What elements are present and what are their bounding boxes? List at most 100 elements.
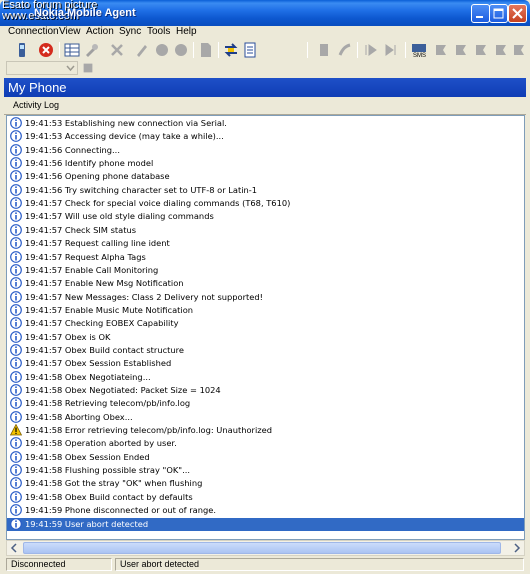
- menu-action[interactable]: Action: [86, 26, 114, 37]
- log-time: 19:41:57: [25, 358, 63, 369]
- log-row[interactable]: 19:41:58 Obex Build contact by defaults: [7, 490, 524, 504]
- log-row[interactable]: 19:41:58 Obex Negotiated: Packet Size = …: [7, 384, 524, 397]
- log-row[interactable]: 19:41:57 Obex Session Established: [7, 357, 524, 370]
- record-icon[interactable]: [154, 42, 170, 58]
- log-row[interactable]: 19:41:58 Aborting Obex...: [7, 410, 524, 424]
- contact-delete-icon[interactable]: [493, 42, 509, 58]
- close-button[interactable]: [508, 4, 527, 23]
- log-row[interactable]: 19:41:58 Obex Negotiateing...: [7, 370, 524, 384]
- sms-icon[interactable]: SMS: [411, 42, 427, 58]
- log-text: 19:41:58 Retrieving telecom/pb/info.log: [25, 397, 190, 410]
- log-row[interactable]: 19:41:57 Will use old style dialing comm…: [7, 210, 524, 223]
- log-row[interactable]: 19:41:53 Establishing new connection via…: [7, 117, 524, 130]
- disconnect-icon[interactable]: [38, 42, 54, 58]
- log-row[interactable]: 19:41:58 Retrieving telecom/pb/info.log: [7, 397, 524, 410]
- device-combo[interactable]: [6, 61, 78, 75]
- log-row[interactable]: 19:41:57 Enable New Msg Notification: [7, 277, 524, 290]
- info-icon: [10, 303, 22, 316]
- fax-icon[interactable]: [316, 42, 332, 58]
- device-settings-icon[interactable]: [81, 61, 95, 75]
- log-row[interactable]: 19:41:58 Operation aborted by user.: [7, 437, 524, 450]
- log-row[interactable]: 19:41:58 Flushing possible stray "OK"...: [7, 464, 524, 477]
- log-message: Error retrieving telecom/pb/info.log: Un…: [64, 425, 272, 436]
- log-row[interactable]: 19:41:53 Accessing device (may take a wh…: [7, 130, 524, 143]
- log-message: Connecting...: [64, 144, 120, 155]
- svg-text:SMS: SMS: [413, 53, 426, 58]
- log-text: 19:41:58 Flushing possible stray "OK"...: [25, 464, 190, 477]
- log-row[interactable]: 19:41:56 Opening phone database: [7, 170, 524, 183]
- menu-sync[interactable]: Sync: [119, 26, 141, 37]
- log-text: 19:41:59 Phone disconnected or out of ra…: [25, 504, 216, 517]
- log-row[interactable]: 19:41:57 New Messages: Class 2 Delivery …: [7, 290, 524, 304]
- status-connection: Disconnected: [6, 558, 112, 571]
- document-icon[interactable]: [242, 42, 258, 58]
- log-row[interactable]: 19:41:58 Error retrieving telecom/pb/inf…: [7, 424, 524, 437]
- log-row[interactable]: 19:41:56 Identify phone model: [7, 157, 524, 170]
- minimize-icon: [476, 16, 483, 18]
- log-time: 19:41:58: [25, 491, 63, 502]
- info-icon: [10, 477, 22, 490]
- log-row[interactable]: 19:41:57 Obex is OK: [7, 330, 524, 344]
- log-time: 19:41:56: [25, 158, 63, 169]
- log-message: Try switching character set to UTF-8 or …: [64, 184, 258, 195]
- log-message: Enable New Msg Notification: [64, 278, 184, 289]
- menu-help[interactable]: Help: [176, 26, 197, 37]
- log-text: 19:41:57 Obex Build contact structure: [25, 344, 184, 357]
- log-text: 19:41:58 Obex Build contact by defaults: [25, 491, 193, 504]
- call-icon[interactable]: [337, 42, 353, 58]
- log-row[interactable]: 19:41:58 Got the stray "OK" when flushin…: [7, 477, 524, 490]
- contact-edit-icon[interactable]: [473, 42, 489, 58]
- log-row[interactable]: 19:41:57 Checking EOBEX Capability: [7, 317, 524, 330]
- page-icon[interactable]: [198, 42, 214, 58]
- contact-icon[interactable]: [433, 42, 449, 58]
- status-message: User abort detected: [115, 558, 524, 571]
- scroll-right-button[interactable]: [509, 541, 524, 555]
- log-time: 19:41:57: [25, 238, 63, 249]
- log-message: Obex Session Established: [64, 358, 172, 369]
- log-row[interactable]: 19:41:57 Enable Call Monitoring: [7, 263, 524, 277]
- log-message: Enable Call Monitoring: [64, 264, 159, 275]
- log-row[interactable]: 19:41:56 Connecting...: [7, 143, 524, 157]
- activity-log-list[interactable]: 19:41:53 Establishing new connection via…: [6, 115, 525, 540]
- info-icon: [10, 290, 22, 303]
- log-time: 19:41:58: [25, 451, 63, 462]
- info-icon: [10, 263, 22, 276]
- transfer-icon[interactable]: [223, 42, 239, 58]
- grid-icon[interactable]: [64, 42, 80, 58]
- log-row[interactable]: 19:41:57 Request calling line ident: [7, 237, 524, 250]
- log-time: 19:41:59: [25, 505, 63, 516]
- log-message: Request Alpha Tags: [64, 251, 146, 262]
- settings-icon[interactable]: [84, 42, 100, 58]
- log-row[interactable]: 19:41:59 User abort detected: [7, 517, 524, 531]
- log-row[interactable]: 19:41:59 Phone disconnected or out of ra…: [7, 504, 524, 517]
- menu-tools[interactable]: Tools: [147, 26, 170, 37]
- scroll-thumb[interactable]: [23, 542, 501, 554]
- log-row[interactable]: 19:41:58 Obex Session Ended: [7, 450, 524, 464]
- log-text: 19:41:59 User abort detected: [25, 518, 148, 531]
- log-row[interactable]: 19:41:57 Request Alpha Tags: [7, 250, 524, 264]
- log-message: Request calling line ident: [64, 238, 170, 249]
- forward-icon[interactable]: [363, 42, 379, 58]
- delete-icon[interactable]: [109, 42, 125, 58]
- log-row[interactable]: 19:41:57 Obex Build contact structure: [7, 344, 524, 357]
- tab-activity-log[interactable]: Activity Log: [13, 100, 59, 110]
- log-row[interactable]: 19:41:57 Enable Music Mute Notification: [7, 303, 524, 317]
- stop-icon[interactable]: [173, 42, 189, 58]
- minimize-button[interactable]: [471, 4, 490, 23]
- edit-icon[interactable]: [134, 42, 150, 58]
- log-row[interactable]: 19:41:57 Check SIM status: [7, 223, 524, 237]
- log-row[interactable]: 19:41:56 Try switching character set to …: [7, 183, 524, 197]
- phone-icon[interactable]: [14, 42, 30, 58]
- log-row[interactable]: 19:41:57 Check for special voice dialing…: [7, 197, 524, 210]
- contact-add-icon[interactable]: [453, 42, 469, 58]
- skip-icon[interactable]: [383, 42, 399, 58]
- log-message: Operation aborted by user.: [64, 438, 177, 449]
- scroll-left-button[interactable]: [7, 541, 22, 555]
- info-icon: [10, 317, 22, 330]
- horizontal-scrollbar[interactable]: [6, 540, 525, 556]
- contact-sync-icon[interactable]: [511, 42, 527, 58]
- menu-view[interactable]: View: [59, 26, 81, 37]
- maximize-button[interactable]: [489, 4, 508, 23]
- menu-connection[interactable]: Connection: [8, 26, 59, 37]
- info-icon: [10, 223, 22, 236]
